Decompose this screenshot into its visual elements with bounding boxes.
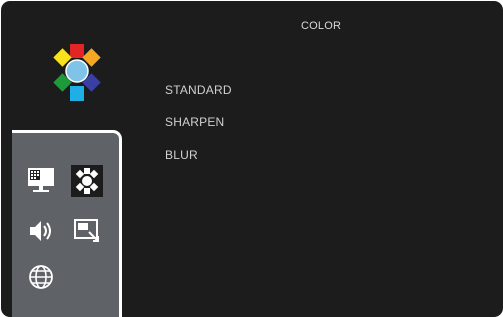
display-resize-icon[interactable] [71,215,103,247]
menu-item-standard[interactable]: STANDARD [165,83,232,97]
page-title: COLOR [301,20,342,32]
color-logo-icon [47,43,107,103]
sound-icon[interactable] [25,215,57,247]
picture-icon[interactable] [25,165,57,197]
menu-item-blur[interactable]: BLUR [165,148,198,162]
menu-item-sharpen[interactable]: SHARPEN [165,115,224,129]
sidebar [12,130,122,317]
globe-icon[interactable] [25,261,57,293]
color-icon[interactable] [71,165,103,197]
